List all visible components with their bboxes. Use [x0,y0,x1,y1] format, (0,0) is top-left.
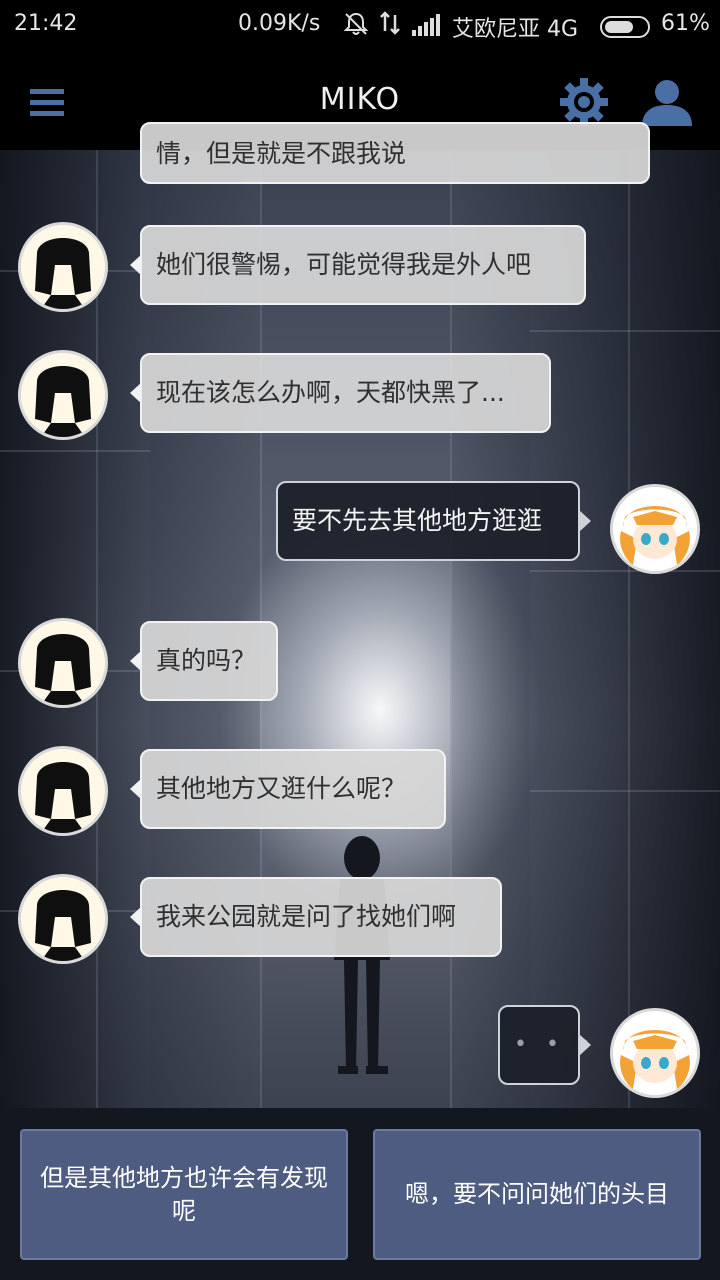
choice-label: 嗯，要不问问她们的头目 [405,1180,669,1208]
choice-button-2[interactable]: 嗯，要不问问她们的头目 [373,1129,701,1260]
npc-avatar[interactable] [18,746,108,836]
typing-indicator: • • • [498,1005,591,1085]
network-speed: 0.09K/s [238,11,321,36]
message-text: 我来公园就是问了找她们啊 [156,902,457,931]
chat-bubble-incoming: 情，但是就是不跟我说 [140,122,650,184]
message-text: 现在该怎么办啊，天都快黑了... [156,378,505,407]
status-bar: 21:42 0.09K/s 艾欧尼亚 4G 61% [0,0,720,52]
chat-bubble-incoming: 她们很警惕，可能觉得我是外人吧 [130,225,586,305]
player-avatar[interactable] [610,1008,700,1098]
gear-icon[interactable] [558,76,610,128]
window-line [530,330,720,332]
message-text: 要不先去其他地方逛逛 [292,506,543,535]
message-text: 其他地方又逛什么呢？ [156,774,407,803]
npc-avatar[interactable] [18,222,108,312]
battery-percent: 61% [661,11,710,36]
window-line [530,570,720,572]
npc-avatar[interactable] [18,874,108,964]
carrier-label: 艾欧尼亚 4G [452,17,579,42]
choice-button-1[interactable]: 但是其他地方也许会有发现呢 [20,1129,348,1260]
bell-off-icon [343,11,369,43]
npc-avatar[interactable] [18,618,108,708]
chat-bubble-incoming: 现在该怎么办啊，天都快黑了... [130,353,551,433]
message-text: 真的吗？ [156,646,257,675]
typing-dots: • • • [514,1032,597,1057]
chat-bubble-incoming: 我来公园就是问了找她们啊 [130,877,502,957]
window-line [0,450,150,452]
chat-bubble-outgoing: 要不先去其他地方逛逛 [276,481,591,561]
chat-bubble-incoming: 真的吗？ [130,621,278,701]
background-figure [334,836,390,1074]
battery-icon [600,16,650,38]
choice-label: 但是其他地方也许会有发现呢 [40,1163,328,1225]
data-arrows-icon [378,9,402,43]
user-icon[interactable] [640,78,694,128]
signal-icon [412,14,440,36]
npc-avatar[interactable] [18,350,108,440]
building-edge [628,150,630,1108]
status-time: 21:42 [14,11,78,36]
message-text: 她们很警惕，可能觉得我是外人吧 [156,250,532,279]
message-text: 情，但是就是不跟我说 [156,139,407,168]
player-avatar[interactable] [610,484,700,574]
chat-bubble-incoming: 其他地方又逛什么呢？ [130,749,446,829]
page-title: MIKO [319,82,401,117]
window-line [530,790,720,792]
choice-panel: 但是其他地方也许会有发现呢 嗯，要不问问她们的头目 [0,1108,720,1280]
